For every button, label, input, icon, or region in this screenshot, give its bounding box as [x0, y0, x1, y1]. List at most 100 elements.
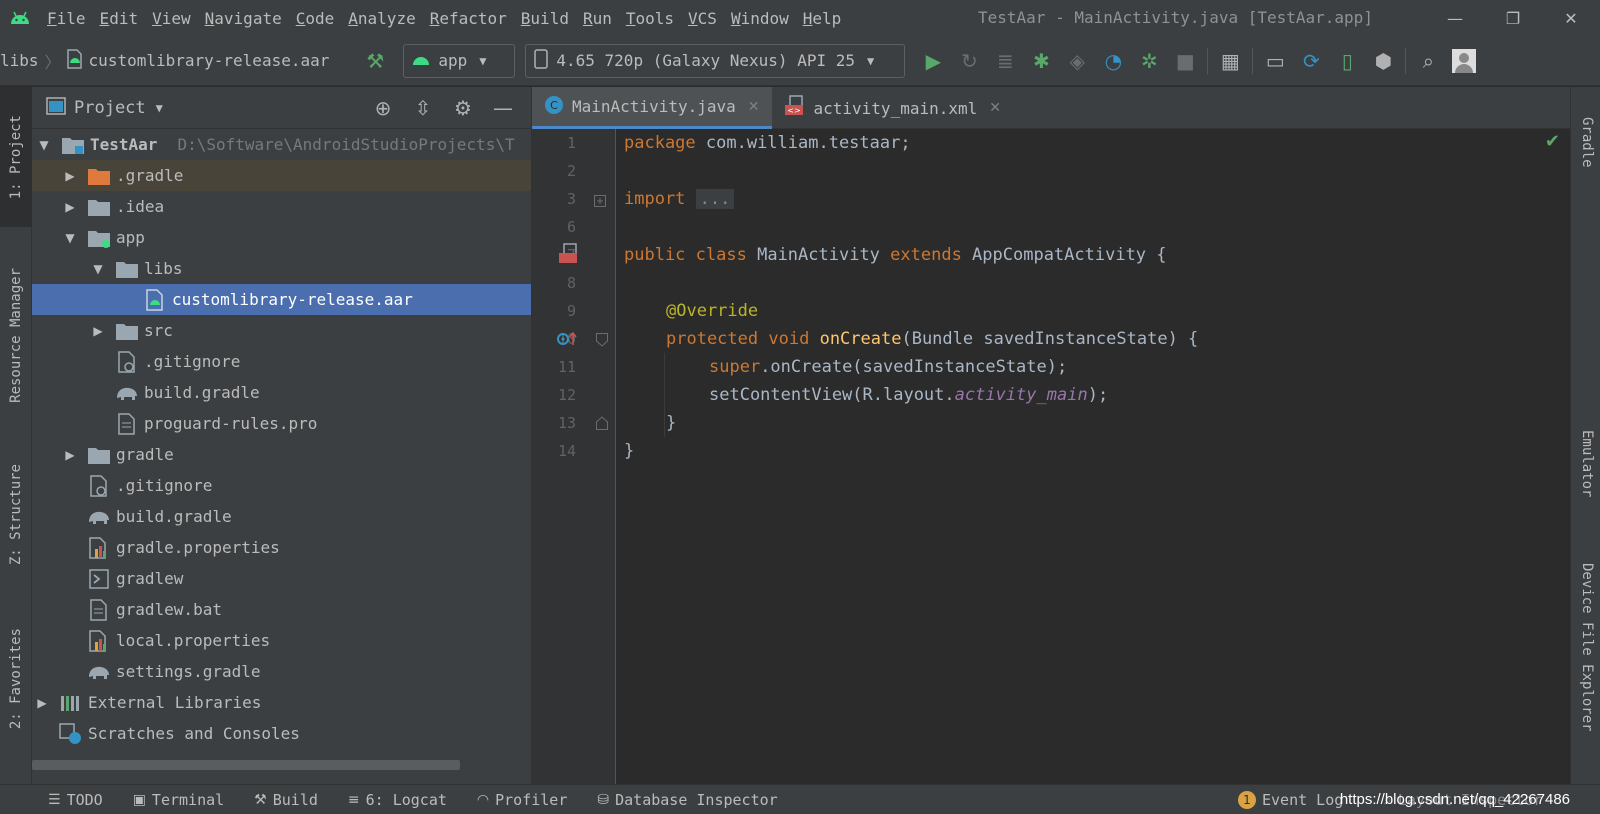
tab-activity-main-xml[interactable]: <> activity_main.xml ✕ [772, 87, 1014, 129]
project-structure-icon[interactable]: ▦ [1212, 43, 1248, 79]
apply-changes-icon[interactable]: ↻ [951, 43, 987, 79]
tool-logcat[interactable]: ≡ 6: Logcat [348, 791, 447, 809]
tree-item-app[interactable]: ▼ app [32, 222, 531, 253]
tool-build[interactable]: ⚒ Build [254, 791, 318, 809]
tree-item-gradle-folder[interactable]: ▶ gradle [32, 439, 531, 470]
apply-code-changes-icon[interactable]: ≣ [987, 43, 1023, 79]
code-area[interactable]: package com.william.testaar; import ... … [616, 129, 1566, 784]
menu-run[interactable]: Run [576, 9, 619, 28]
close-tab-icon[interactable]: ✕ [748, 99, 760, 115]
tree-item-app-build-gradle[interactable]: build.gradle [32, 377, 531, 408]
menu-refactor[interactable]: Refactor [423, 9, 514, 28]
breadcrumb-file[interactable]: customlibrary-release.aar [89, 51, 330, 70]
make-project-hammer-icon[interactable]: ⚒ [357, 43, 393, 79]
tree-item-dot-gradle[interactable]: ▶ .gradle [32, 160, 531, 191]
menu-tools[interactable]: Tools [619, 9, 681, 28]
collapse-all-icon[interactable]: ⇳ [403, 96, 443, 120]
tree-item-root[interactable]: ▼ TestAar D:\Software\AndroidStudioProje… [32, 129, 531, 160]
tool-database-inspector[interactable]: ⛁ Database Inspector [597, 791, 777, 809]
collapsed-arrow-icon[interactable]: ▶ [62, 169, 78, 183]
tree-item-external-libraries[interactable]: ▶ External Libraries [32, 687, 531, 718]
device-icon [534, 48, 549, 73]
tool-tab-resource-manager[interactable]: Resource Manager [0, 245, 32, 425]
override-method-icon[interactable] [556, 331, 580, 351]
tree-item-label: .idea [116, 197, 165, 216]
fold-end-icon[interactable] [596, 415, 608, 434]
stop-icon[interactable]: ■ [1167, 43, 1203, 79]
restore-button[interactable]: ❐ [1484, 0, 1542, 36]
tree-item-dot-idea[interactable]: ▶ .idea [32, 191, 531, 222]
profile-icon[interactable]: ◔ [1095, 43, 1131, 79]
menu-vcs[interactable]: VCS [681, 9, 724, 28]
expanded-arrow-icon[interactable]: ▼ [90, 262, 106, 276]
tree-item-proguard[interactable]: proguard-rules.pro [32, 408, 531, 439]
fold-collapse-icon[interactable] [596, 332, 608, 351]
tool-tab-gradle[interactable]: Gradle [1571, 97, 1600, 187]
device-dropdown[interactable]: 4.65 720p (Galaxy Nexus) API 25 ▼ [525, 43, 906, 78]
run-config-dropdown[interactable]: app ▼ [403, 43, 516, 78]
minimize-button[interactable]: — [1426, 0, 1484, 36]
tree-item-local-properties[interactable]: local.properties [32, 625, 531, 656]
tool-terminal[interactable]: ▣ Terminal [133, 791, 224, 809]
toolbar-separator [1405, 47, 1407, 74]
avd-manager-icon[interactable]: ▯ [1329, 43, 1365, 79]
menu-help[interactable]: Help [796, 9, 849, 28]
search-icon[interactable]: ⌕ [1410, 43, 1446, 79]
tree-item-scratches[interactable]: Scratches and Consoles [32, 718, 531, 749]
tree-item-src[interactable]: ▶ src [32, 315, 531, 346]
tree-item-app-gitignore[interactable]: .gitignore [32, 346, 531, 377]
horizontal-scrollbar[interactable] [32, 760, 460, 770]
tool-tab-favorites[interactable]: 2: Favorites [0, 609, 32, 749]
coverage-icon[interactable]: ◈ [1059, 43, 1095, 79]
attach-debugger-icon[interactable]: ✲ [1131, 43, 1167, 79]
tree-item-gradlew-bat[interactable]: gradlew.bat [32, 594, 531, 625]
menu-analyze[interactable]: Analyze [341, 9, 422, 28]
menu-file[interactable]: File [40, 9, 93, 28]
tool-tab-emulator[interactable]: Emulator [1571, 409, 1600, 519]
menu-navigate[interactable]: Navigate [198, 9, 289, 28]
tree-item-gradle-properties[interactable]: gradle.properties [32, 532, 531, 563]
hide-panel-icon[interactable]: — [483, 96, 523, 120]
close-tab-icon[interactable]: ✕ [989, 100, 1001, 116]
sync-gradle-icon[interactable]: ⟳ [1293, 43, 1329, 79]
layout-gutter-icon[interactable] [558, 243, 580, 269]
collapsed-arrow-icon[interactable]: ▶ [90, 324, 106, 338]
layout-editor-icon[interactable]: ▭ [1257, 43, 1293, 79]
run-icon[interactable]: ▶ [915, 43, 951, 79]
tool-profiler[interactable]: ◠ Profiler [477, 791, 567, 809]
tab-main-activity[interactable]: C MainActivity.java ✕ [532, 87, 772, 129]
close-window-button[interactable]: ✕ [1542, 0, 1600, 36]
collapsed-arrow-icon[interactable]: ▶ [62, 200, 78, 214]
breadcrumb-libs[interactable]: libs [0, 51, 39, 70]
expanded-arrow-icon[interactable]: ▼ [36, 138, 52, 152]
tool-tab-project[interactable]: 1: Project [0, 87, 32, 227]
chevron-down-icon[interactable]: ▼ [156, 101, 163, 115]
gear-icon[interactable]: ⚙ [443, 96, 483, 120]
expanded-arrow-icon[interactable]: ▼ [62, 231, 78, 245]
tree-item-gradlew[interactable]: gradlew [32, 563, 531, 594]
debug-icon[interactable]: ✱ [1023, 43, 1059, 79]
tool-todo[interactable]: ☰ TODO [48, 791, 103, 809]
tree-item-root-build-gradle[interactable]: build.gradle [32, 501, 531, 532]
account-avatar-icon[interactable] [1446, 43, 1482, 79]
menu-view[interactable]: View [145, 9, 198, 28]
fold-expand-icon[interactable] [594, 192, 606, 211]
tool-tab-structure[interactable]: Z: Structure [0, 445, 32, 585]
event-log[interactable]: 1 Event Log [1238, 791, 1343, 809]
tree-item-settings-gradle[interactable]: settings.gradle [32, 656, 531, 687]
locate-file-icon[interactable]: ⊕ [363, 96, 403, 120]
menu-code[interactable]: Code [289, 9, 342, 28]
tree-item-aar-file[interactable]: customlibrary-release.aar [32, 284, 531, 315]
project-view-title[interactable]: Project [74, 98, 146, 118]
menu-edit[interactable]: Edit [93, 9, 146, 28]
menu-window[interactable]: Window [724, 9, 796, 28]
menu-build[interactable]: Build [514, 9, 576, 28]
tree-item-libs[interactable]: ▼ libs [32, 253, 531, 284]
toolbar-separator [1252, 47, 1254, 74]
collapsed-arrow-icon[interactable]: ▶ [62, 448, 78, 462]
folded-imports[interactable]: ... [695, 189, 735, 209]
collapsed-arrow-icon[interactable]: ▶ [34, 696, 50, 710]
tree-item-root-gitignore[interactable]: .gitignore [32, 470, 531, 501]
sdk-manager-icon[interactable]: ⬢ [1365, 43, 1401, 79]
tool-tab-device-file-explorer[interactable]: Device File Explorer [1571, 545, 1600, 750]
